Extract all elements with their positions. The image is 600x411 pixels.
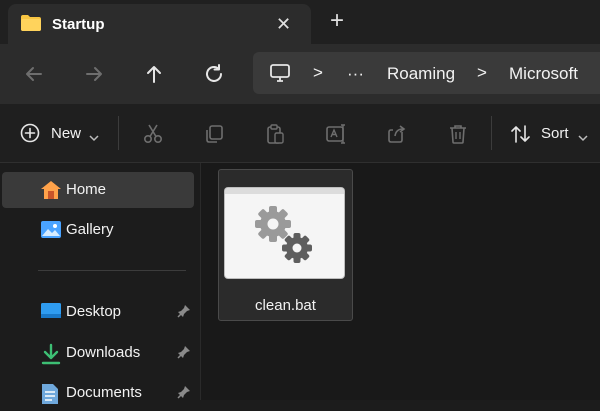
rename-icon[interactable] xyxy=(325,123,347,150)
address-bar[interactable]: > ··· Roaming > Microsoft xyxy=(253,52,600,94)
thumbnail-titlebar xyxy=(225,188,344,194)
title-bar: Startup ✕ + xyxy=(0,0,600,44)
sidebar-item-documents[interactable]: Documents xyxy=(2,375,194,411)
file-item[interactable]: clean.bat xyxy=(218,169,353,321)
folder-icon xyxy=(20,14,42,37)
chevron-down-icon[interactable] xyxy=(578,129,588,147)
navigation-bar: > ··· Roaming > Microsoft xyxy=(0,44,600,104)
desktop-icon xyxy=(40,302,62,325)
sort-icon[interactable] xyxy=(510,123,532,150)
toolbar-divider xyxy=(491,116,492,150)
gallery-icon xyxy=(40,220,62,245)
breadcrumb-microsoft[interactable]: Microsoft xyxy=(509,64,578,84)
tab-title: Startup xyxy=(52,16,105,33)
add-circle-icon[interactable] xyxy=(20,123,40,148)
sidebar-divider xyxy=(38,270,186,271)
chevron-down-icon[interactable] xyxy=(89,129,99,147)
sidebar-item-label: Gallery xyxy=(66,221,114,238)
back-arrow-icon[interactable] xyxy=(22,62,46,86)
close-tab-button[interactable]: ✕ xyxy=(276,14,291,35)
file-list-area: clean.bat xyxy=(201,163,600,400)
breadcrumb-separator: > xyxy=(477,63,487,82)
sidebar-item-desktop[interactable]: Desktop xyxy=(2,294,194,330)
tab-startup[interactable]: Startup ✕ xyxy=(8,4,311,44)
pin-icon[interactable] xyxy=(177,304,191,323)
copy-icon[interactable] xyxy=(203,123,225,150)
documents-icon xyxy=(40,383,60,410)
breadcrumb-overflow[interactable]: ··· xyxy=(347,64,364,84)
pin-icon[interactable] xyxy=(177,345,191,364)
sidebar-item-label: Downloads xyxy=(66,344,141,361)
sidebar-item-gallery[interactable]: Gallery xyxy=(2,212,194,248)
home-icon xyxy=(40,180,62,205)
new-tab-button[interactable]: + xyxy=(330,7,344,35)
sort-button[interactable]: Sort xyxy=(541,125,569,142)
share-icon[interactable] xyxy=(386,123,408,150)
new-button[interactable]: New xyxy=(51,125,81,142)
up-arrow-icon[interactable] xyxy=(142,62,166,86)
refresh-icon[interactable] xyxy=(202,62,226,86)
breadcrumb-roaming[interactable]: Roaming xyxy=(387,64,455,84)
sidebar-item-label: Documents xyxy=(66,384,142,401)
downloads-icon xyxy=(40,343,62,370)
sidebar-item-label: Desktop xyxy=(66,303,122,320)
toolbar-divider xyxy=(118,116,119,150)
forward-arrow-icon[interactable] xyxy=(82,62,106,86)
sidebar-item-label: Home xyxy=(66,181,107,198)
command-bar: New Sort xyxy=(0,104,600,163)
breadcrumb-separator: > xyxy=(313,63,323,82)
paste-icon[interactable] xyxy=(264,123,286,150)
delete-icon[interactable] xyxy=(447,123,469,150)
file-name: clean.bat xyxy=(255,297,316,314)
sidebar-item-home[interactable]: Home xyxy=(2,172,194,208)
sidebar-item-downloads[interactable]: Downloads xyxy=(2,335,194,371)
navigation-pane: Home Gallery Desktop Downloads Documents xyxy=(0,163,201,404)
cut-icon[interactable] xyxy=(142,123,164,150)
gears-icon xyxy=(253,202,317,273)
this-pc-icon[interactable] xyxy=(269,62,291,89)
pin-icon[interactable] xyxy=(177,385,191,404)
